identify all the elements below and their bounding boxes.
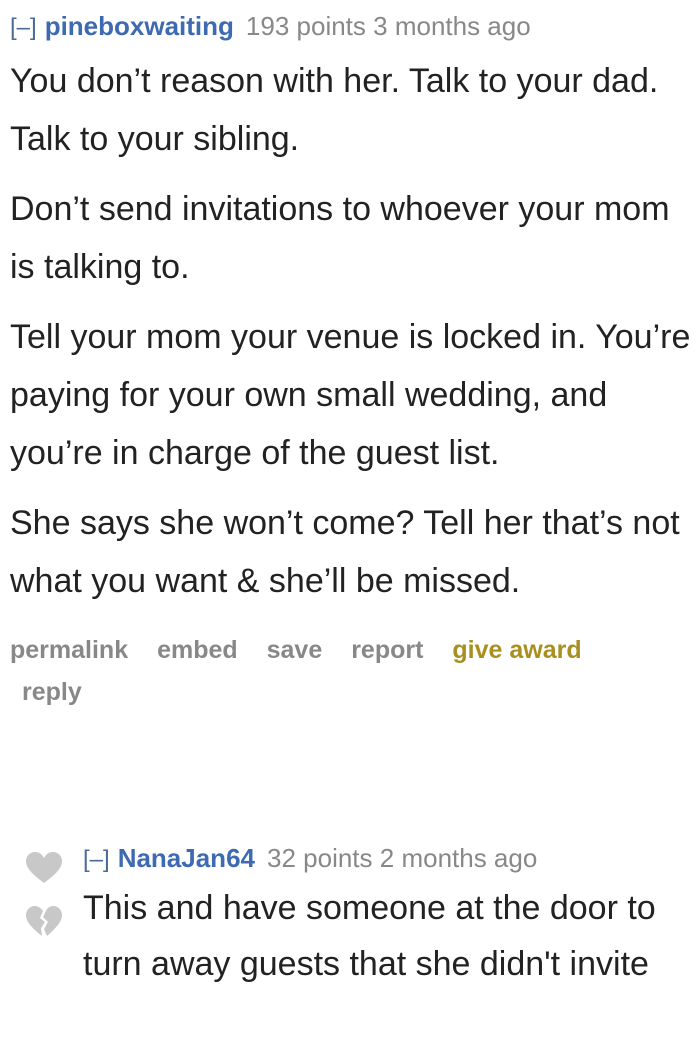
child-body: This and have someone at the door to tur…: [83, 880, 698, 992]
child-comment-content: [–] NanaJan64 32 points 2 months ago This …: [83, 838, 698, 992]
comment-author[interactable]: pineboxwaiting: [45, 11, 234, 41]
report-link[interactable]: report: [351, 636, 423, 664]
comment-paragraph: She says she won’t come? Tell her that’s…: [10, 504, 680, 600]
child-comment: [–] NanaJan64 32 points 2 months ago This …: [0, 838, 700, 1052]
collapse-toggle[interactable]: [–]: [10, 14, 37, 41]
save-link[interactable]: save: [267, 636, 323, 664]
child-text: This and have someone at the door to tur…: [83, 889, 656, 983]
parent-comment: [–] pineboxwaiting 193 points 3 months ago…: [10, 6, 695, 712]
child-tagline: [–] NanaJan64 32 points 2 months ago: [83, 838, 698, 878]
comment-paragraph: You don’t reason with her. Talk to your …: [10, 62, 659, 158]
comment-body: You don’t reason with her. Talk to your …: [10, 52, 695, 610]
vote-column: [24, 850, 68, 940]
child-time: 2 months ago: [379, 843, 538, 873]
heart-upvote-icon[interactable]: [24, 850, 64, 886]
permalink-link[interactable]: permalink: [10, 636, 128, 664]
reply-link[interactable]: reply: [22, 672, 673, 712]
comment-time: 3 months ago: [373, 11, 531, 41]
broken-heart-downvote-icon[interactable]: [24, 904, 64, 940]
comment-tagline: [–] pineboxwaiting 193 points 3 months ago: [10, 6, 695, 46]
comment-actions: permalink embed save report give award r…: [10, 628, 695, 712]
give-award-link[interactable]: give award: [452, 636, 581, 664]
child-score: 32 points: [267, 843, 373, 873]
child-author[interactable]: NanaJan64: [118, 843, 255, 873]
comment-score: 193 points: [245, 11, 366, 41]
child-collapse-toggle[interactable]: [–]: [83, 846, 110, 873]
embed-link[interactable]: embed: [157, 636, 238, 664]
comment-paragraph: Tell your mom your venue is locked in. Y…: [10, 318, 691, 472]
comment-paragraph: Don’t send invitations to whoever your m…: [10, 190, 670, 286]
